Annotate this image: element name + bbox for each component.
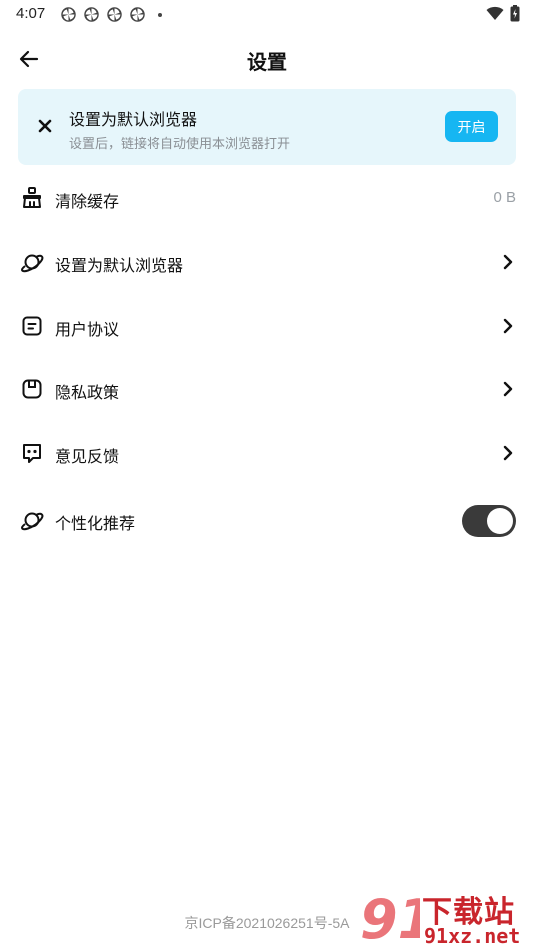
- svg-text:91: 91: [360, 888, 420, 946]
- default-browser-banner: 设置为默认浏览器 设置后，链接将自动使用本浏览器打开 开启: [18, 89, 516, 165]
- chevron-right-icon: [498, 252, 518, 272]
- feedback-icon: [19, 440, 45, 466]
- enable-default-browser-button[interactable]: 开启: [445, 111, 498, 142]
- pinwheel-icon: [61, 7, 76, 22]
- shield-icon: [19, 376, 45, 402]
- settings-item-label: 用户协议: [55, 322, 120, 339]
- planet-icon: [19, 249, 45, 275]
- document-icon: [19, 313, 45, 339]
- settings-item-label: 设置为默认浏览器: [55, 258, 184, 275]
- banner-subtitle: 设置后，链接将自动使用本浏览器打开: [69, 136, 291, 151]
- close-icon: [38, 119, 52, 133]
- battery-icon: [510, 5, 520, 22]
- pinwheel-icon: [84, 7, 99, 22]
- settings-item-clear-cache[interactable]: 清除缓存 0 B: [0, 170, 534, 226]
- banner-title: 设置为默认浏览器: [69, 112, 198, 129]
- settings-item-label: 个性化推荐: [55, 516, 136, 533]
- settings-item-label: 清除缓存: [55, 194, 120, 211]
- status-right: [486, 5, 520, 22]
- app-header: 设置: [0, 34, 534, 82]
- watermark-logo: 91: [360, 888, 420, 946]
- status-notifications: [60, 6, 162, 23]
- settings-item-label: 意见反馈: [55, 449, 120, 466]
- broom-icon: [19, 185, 45, 211]
- chevron-right-icon: [498, 443, 518, 463]
- planet-icon: [19, 507, 45, 533]
- more-notifications-dot: [158, 12, 162, 17]
- settings-item-personalized-recommendation: 个性化推荐: [0, 492, 534, 548]
- chevron-right-icon: [498, 379, 518, 399]
- watermark: 91 下载站 91xz.net: [358, 886, 530, 948]
- settings-item-privacy-policy[interactable]: 隐私政策: [0, 361, 534, 417]
- banner-close-button[interactable]: [34, 115, 56, 137]
- pinwheel-icon: [107, 7, 122, 22]
- settings-item-feedback[interactable]: 意见反馈: [0, 425, 534, 481]
- pinwheel-icon: [130, 7, 145, 22]
- status-time: 4:07: [16, 5, 46, 22]
- settings-item-user-agreement[interactable]: 用户协议: [0, 298, 534, 354]
- cache-size-value: 0 B: [493, 189, 516, 206]
- settings-item-label: 隐私政策: [55, 385, 120, 402]
- status-bar: 4:07: [0, 0, 534, 28]
- wifi-icon: [486, 6, 504, 20]
- chevron-right-icon: [498, 316, 518, 336]
- personalized-recommendation-toggle[interactable]: [462, 505, 516, 537]
- settings-item-default-browser[interactable]: 设置为默认浏览器: [0, 234, 534, 290]
- watermark-subtitle: 91xz.net: [424, 924, 521, 948]
- page-title: 设置: [247, 52, 287, 74]
- toggle-knob: [487, 508, 513, 534]
